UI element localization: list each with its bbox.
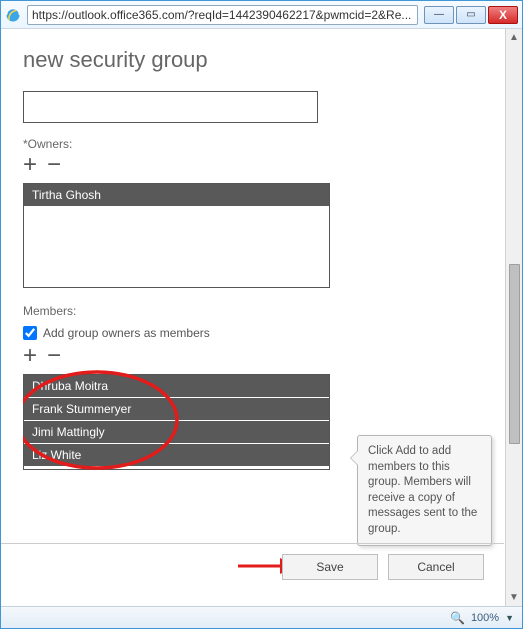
dialog-footer: Save Cancel	[1, 543, 504, 580]
members-remove-icon[interactable]: −	[47, 344, 61, 368]
cancel-button[interactable]: Cancel	[388, 554, 484, 580]
owners-add-remove: + −	[23, 153, 353, 177]
scroll-down-icon[interactable]: ▼	[506, 589, 522, 606]
zoom-level[interactable]: 100%	[471, 612, 499, 624]
list-item[interactable]: Frank Stummeryer	[24, 398, 329, 421]
list-item[interactable]: Liz White	[24, 444, 329, 467]
members-tooltip: Click Add to add members to this group. …	[357, 435, 492, 546]
members-listbox[interactable]: Dhruba Moitra Frank Stummeryer Jimi Matt…	[23, 374, 330, 470]
page-title: new security group	[23, 47, 488, 73]
minimize-button[interactable]: —	[424, 6, 454, 24]
add-owners-as-members-checkbox[interactable]	[23, 326, 37, 340]
zoom-icon[interactable]: 🔍	[450, 611, 465, 625]
status-bar: 🔍 100% ▼	[1, 606, 522, 628]
address-bar-text: https://outlook.office365.com/?reqId=144…	[32, 8, 411, 22]
zoom-dropdown-icon[interactable]: ▼	[505, 613, 514, 623]
members-add-icon[interactable]: +	[23, 344, 37, 368]
scroll-up-icon[interactable]: ▲	[506, 29, 522, 46]
maximize-button[interactable]: ▭	[456, 6, 486, 24]
members-label: Members:	[23, 304, 353, 318]
window-titlebar: https://outlook.office365.com/?reqId=144…	[1, 1, 522, 29]
owners-label: *Owners:	[23, 137, 353, 151]
members-add-remove: + −	[23, 344, 353, 368]
address-bar[interactable]: https://outlook.office365.com/?reqId=144…	[27, 5, 418, 25]
list-item[interactable]: Jimi Mattingly	[24, 421, 329, 444]
owners-remove-icon[interactable]: −	[47, 153, 61, 177]
ie-icon	[5, 7, 21, 23]
scroll-thumb[interactable]	[509, 264, 520, 444]
list-item[interactable]: Tirtha Ghosh	[24, 184, 329, 207]
close-button[interactable]: X	[488, 6, 518, 24]
owners-add-icon[interactable]: +	[23, 153, 37, 177]
content-area: new security group *Owners: + − Tirtha G…	[1, 29, 522, 606]
list-item[interactable]: Dhruba Moitra	[24, 375, 329, 398]
owners-listbox[interactable]: Tirtha Ghosh	[23, 183, 330, 288]
save-button[interactable]: Save	[282, 554, 378, 580]
add-owners-as-members-label: Add group owners as members	[43, 326, 210, 340]
group-name-input[interactable]	[23, 91, 318, 123]
add-owners-as-members-row[interactable]: Add group owners as members	[23, 326, 353, 340]
window-scrollbar[interactable]: ▲ ▼	[505, 29, 522, 606]
members-tooltip-text: Click Add to add members to this group. …	[368, 445, 477, 535]
window-buttons: — ▭ X	[424, 6, 518, 24]
